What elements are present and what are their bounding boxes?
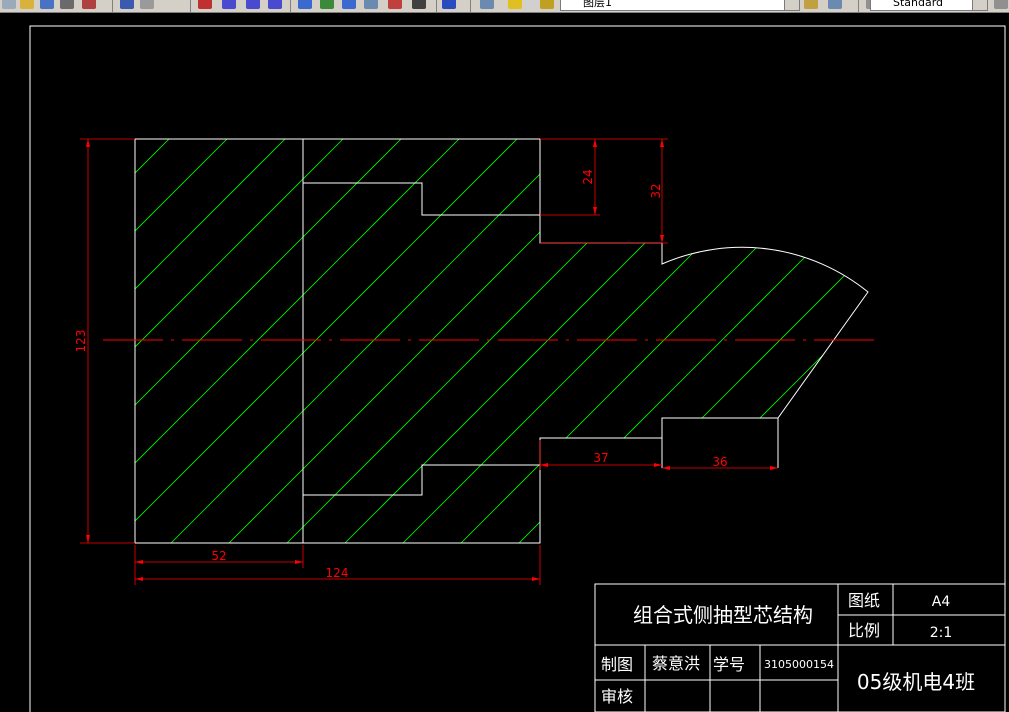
scale-label: 比例 xyxy=(848,621,880,640)
print-icon[interactable] xyxy=(60,0,74,9)
redo-icon[interactable] xyxy=(140,0,154,9)
hatch-line xyxy=(135,139,267,543)
hatch-line xyxy=(229,139,731,543)
scale-value: 2:1 xyxy=(930,625,953,641)
chevron-down-icon[interactable] xyxy=(972,0,987,10)
hatch-line xyxy=(135,139,325,543)
drawn-label: 制图 xyxy=(601,655,633,674)
hatch-line xyxy=(171,139,673,543)
dim-24: 24 xyxy=(581,169,595,184)
student-no: 3105000154 xyxy=(764,658,834,671)
layer-freeze-icon[interactable] xyxy=(524,0,538,9)
dimension-arrows xyxy=(86,139,778,581)
pan-icon[interactable] xyxy=(198,0,212,9)
preview-icon[interactable] xyxy=(82,0,96,9)
hatch-line xyxy=(135,139,615,543)
class-name: 05级机电4班 xyxy=(857,670,975,694)
layer-manager-icon[interactable] xyxy=(480,0,494,9)
dim-37: 37 xyxy=(593,451,608,465)
dim-123: 123 xyxy=(74,330,88,353)
dimensions xyxy=(80,138,778,585)
dim-124: 124 xyxy=(326,566,349,580)
chevron-down-icon[interactable] xyxy=(784,0,799,10)
dim-style-icon[interactable] xyxy=(994,0,1008,9)
dim-32: 32 xyxy=(649,183,663,198)
hatch-line xyxy=(577,139,868,543)
drawing-canvas[interactable]: 123 24 32 37 36 52 124 组合式侧抽型芯结构 图纸 A4 比… xyxy=(0,12,1009,712)
hatch-line xyxy=(135,139,441,543)
make-current-icon[interactable] xyxy=(804,0,818,9)
hatch-line xyxy=(461,139,868,543)
review-label: 审核 xyxy=(601,687,633,706)
hatch-line xyxy=(693,139,868,543)
save-icon[interactable] xyxy=(40,0,54,9)
hatch-line xyxy=(135,139,209,543)
zoom-realtime-icon[interactable] xyxy=(222,0,236,9)
drawn-by: 蔡意洪 xyxy=(652,654,700,673)
layer-dropdown[interactable]: 图层1 xyxy=(560,0,800,11)
hatch-line xyxy=(403,139,868,543)
text-style-dropdown[interactable]: Standard xyxy=(870,0,988,11)
section-hatch xyxy=(135,139,868,543)
tool-palette-icon[interactable] xyxy=(342,0,356,9)
hatch-line xyxy=(751,139,868,543)
part-name: 组合式侧抽型芯结构 xyxy=(633,603,813,627)
hatch-line xyxy=(809,139,868,543)
undo-icon[interactable] xyxy=(120,0,134,9)
properties-icon[interactable] xyxy=(298,0,312,9)
calculator-icon[interactable] xyxy=(412,0,426,9)
sheet-value: A4 xyxy=(932,594,951,610)
hatch-line xyxy=(635,139,868,543)
dim-52: 52 xyxy=(211,549,226,563)
dim-36: 36 xyxy=(712,455,727,469)
open-file-icon[interactable] xyxy=(20,0,34,9)
title-block-text: 组合式侧抽型芯结构 图纸 A4 比例 2:1 制图 蔡意洪 学号 3105000… xyxy=(601,591,975,706)
sheet-set-icon[interactable] xyxy=(364,0,378,9)
layer-previous-icon[interactable] xyxy=(828,0,842,9)
sheet-label: 图纸 xyxy=(848,591,880,610)
part-outline xyxy=(134,138,869,544)
insert-block xyxy=(134,138,304,544)
layer-on-icon[interactable] xyxy=(508,0,522,9)
design-center-icon[interactable] xyxy=(320,0,334,9)
help-icon[interactable] xyxy=(442,0,456,9)
student-no-label: 学号 xyxy=(713,655,745,674)
markup-icon[interactable] xyxy=(388,0,402,9)
hatch-line xyxy=(345,139,847,543)
text-style-name: Standard xyxy=(893,0,944,9)
layer-lock-icon[interactable] xyxy=(540,0,554,9)
zoom-previous-icon[interactable] xyxy=(268,0,282,9)
hatch-line xyxy=(287,139,789,543)
zoom-window-icon[interactable] xyxy=(246,0,260,9)
core-lower-step xyxy=(302,183,541,544)
hatch-line xyxy=(135,139,557,543)
new-file-icon[interactable] xyxy=(2,0,16,9)
layer-name: 图层1 xyxy=(583,0,612,9)
